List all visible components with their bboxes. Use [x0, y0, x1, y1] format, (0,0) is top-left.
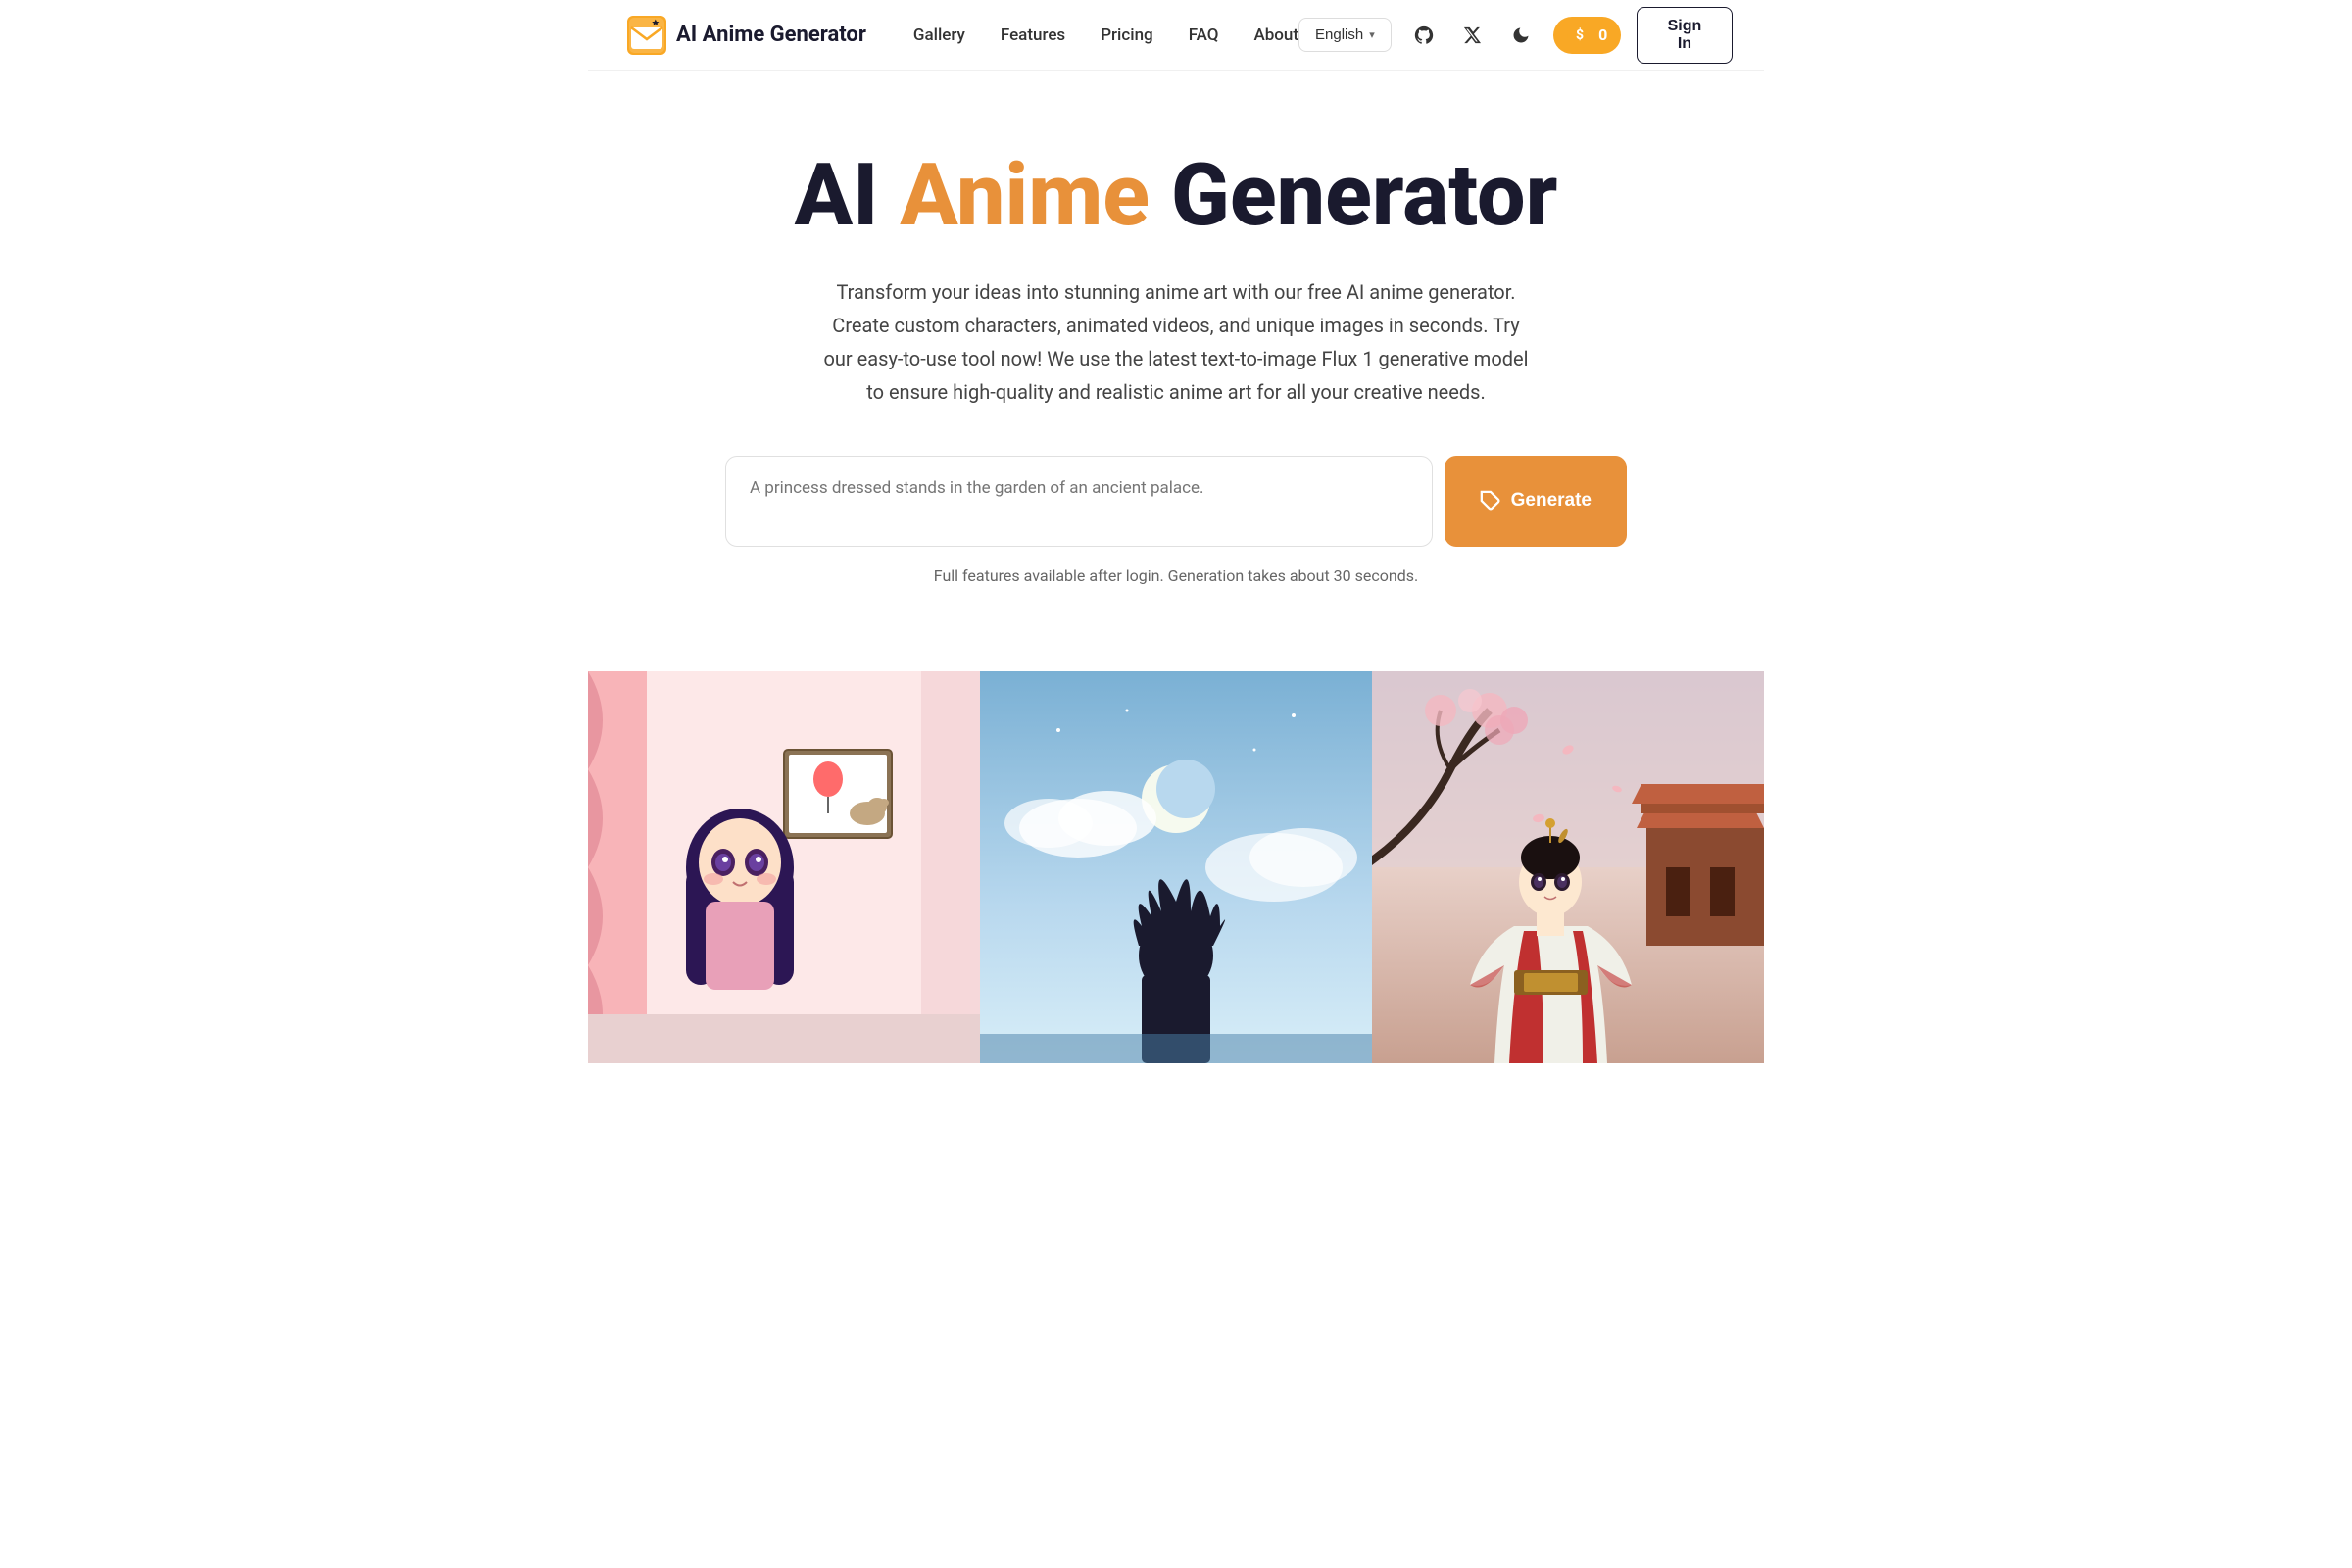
nav-links: Gallery Features Pricing FAQ About	[913, 25, 1298, 45]
input-section: Generate	[725, 456, 1627, 547]
gallery-image-3	[1372, 671, 1764, 1063]
hero-section: AI Anime Generator Transform your ideas …	[588, 71, 1764, 671]
hero-title-part2: Generator	[1150, 145, 1557, 246]
coin-balance[interactable]: $ 0	[1553, 17, 1621, 54]
generate-button[interactable]: Generate	[1445, 456, 1627, 547]
sign-in-button[interactable]: Sign In	[1637, 7, 1732, 64]
nav-faq[interactable]: FAQ	[1189, 25, 1219, 45]
coin-count: 0	[1598, 25, 1607, 44]
logo-icon	[627, 16, 666, 55]
nav-about[interactable]: About	[1253, 25, 1298, 45]
logo-text: AI Anime Generator	[676, 23, 866, 47]
github-icon	[1413, 24, 1435, 46]
nav-features[interactable]: Features	[1001, 25, 1065, 45]
twitter-x-button[interactable]	[1456, 17, 1490, 54]
image-gallery	[588, 671, 1764, 1063]
dark-mode-button[interactable]	[1504, 17, 1538, 54]
gallery-item-2	[980, 671, 1372, 1063]
moon-icon	[1511, 25, 1531, 45]
generate-label: Generate	[1511, 490, 1592, 512]
hero-subtitle: Transform your ideas into stunning anime…	[818, 275, 1534, 409]
nav-right: English ▾ $ 0 Sign In	[1298, 7, 1733, 64]
feature-note: Full features available after login. Gen…	[627, 566, 1725, 585]
gallery-item-1	[588, 671, 980, 1063]
gallery-image-2	[980, 671, 1372, 1063]
language-label: English	[1315, 26, 1363, 43]
github-button[interactable]	[1407, 17, 1441, 54]
generate-icon	[1480, 490, 1501, 512]
prompt-input[interactable]	[725, 456, 1433, 547]
gallery-item-3	[1372, 671, 1764, 1063]
nav-pricing[interactable]: Pricing	[1101, 25, 1153, 45]
logo-link[interactable]: AI Anime Generator	[627, 16, 866, 55]
language-selector[interactable]: English ▾	[1298, 18, 1392, 52]
gallery-image-1	[588, 671, 980, 1063]
dollar-icon: $	[1567, 23, 1592, 48]
hero-title-highlight: Anime	[900, 145, 1150, 246]
nav-gallery[interactable]: Gallery	[913, 25, 965, 45]
x-icon	[1462, 25, 1482, 45]
hero-title: AI Anime Generator	[627, 149, 1725, 244]
chevron-down-icon: ▾	[1369, 28, 1375, 41]
navbar: AI Anime Generator Gallery Features Pric…	[588, 0, 1764, 71]
hero-title-part1: AI	[795, 145, 901, 246]
